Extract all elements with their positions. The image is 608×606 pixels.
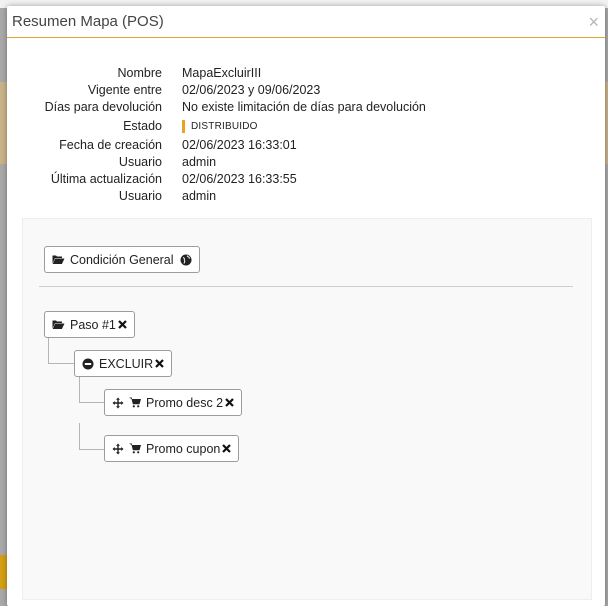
close-icon[interactable] [118,320,127,329]
promo-node-label: Promo cupon [146,441,221,456]
detail-label: Usuario [118,154,162,169]
map-tree-panel: Condición General Paso #1 EXCLUIR Promo … [22,218,592,600]
cart-icon [129,397,141,408]
close-icon[interactable]: × [588,13,599,31]
detail-label: Vigente entre [87,82,162,97]
detail-label: Estado [123,118,162,133]
move-icon[interactable] [112,397,124,409]
detail-label: Fecha de creación [59,137,162,152]
general-condition-label: Condición General [70,252,174,267]
tree-divider [39,286,573,287]
detail-value: 02/06/2023 16:33:01 [182,137,297,152]
cart-icon [129,443,141,454]
detail-row-name: Nombre MapaExcluirIII [7,64,605,81]
globe-icon [180,254,192,266]
close-icon[interactable] [222,444,232,453]
detail-row-state: Estado DISTRIBUIDO [7,115,605,136]
connector-line [48,363,74,364]
detail-value: No existe limitación de días para devolu… [182,99,426,114]
detail-label: Días para devolución [44,99,162,114]
connector-line [79,377,80,402]
exclude-node-label: EXCLUIR [99,356,154,371]
folder-open-icon [52,254,65,265]
detail-value: MapaExcluirIII [182,65,262,80]
detail-value: 02/06/2023 y 09/06/2023 [182,82,321,97]
step-node-button[interactable]: Paso #1 [44,311,135,338]
connector-line [79,402,104,403]
modal-header: Resumen Mapa (POS) × [7,6,605,38]
close-icon[interactable] [155,359,164,368]
connector-line [79,423,80,449]
detail-row-updated-user: Usuario admin [7,187,605,204]
status-badge: DISTRIBUIDO [182,120,258,133]
details-list: Nombre MapaExcluirIII Vigente entre 02/0… [7,64,605,204]
connector-line [79,449,104,450]
exclude-node-button[interactable]: EXCLUIR [74,350,173,377]
close-icon[interactable] [225,398,234,407]
detail-value: 02/06/2023 16:33:55 [182,171,297,186]
detail-label: Nombre [117,65,162,80]
modal-title: Resumen Mapa (POS) [12,13,164,30]
detail-label: Usuario [118,188,162,203]
detail-value: admin [182,154,217,169]
detail-row-created-user: Usuario admin [7,153,605,170]
move-icon[interactable] [112,443,124,455]
promo-node-button[interactable]: Promo cupon [104,435,240,462]
detail-row-created: Fecha de creación 02/06/2023 16:33:01 [7,136,605,153]
connector-line [48,338,49,363]
promo-node-button[interactable]: Promo desc 2 [104,389,243,416]
minus-circle-icon [82,358,94,370]
folder-open-icon [52,319,65,330]
general-condition-button[interactable]: Condición General [44,246,200,273]
detail-row-return-days: Días para devolución No existe limitació… [7,98,605,115]
step-node-label: Paso #1 [70,317,116,332]
detail-label: Última actualización [50,171,162,186]
detail-row-updated: Última actualización 02/06/2023 16:33:55 [7,170,605,187]
summary-modal: Resumen Mapa (POS) × Nombre MapaExcluirI… [7,6,605,606]
detail-row-valid: Vigente entre 02/06/2023 y 09/06/2023 [7,81,605,98]
detail-value: admin [182,188,217,203]
promo-node-label: Promo desc 2 [146,395,224,410]
